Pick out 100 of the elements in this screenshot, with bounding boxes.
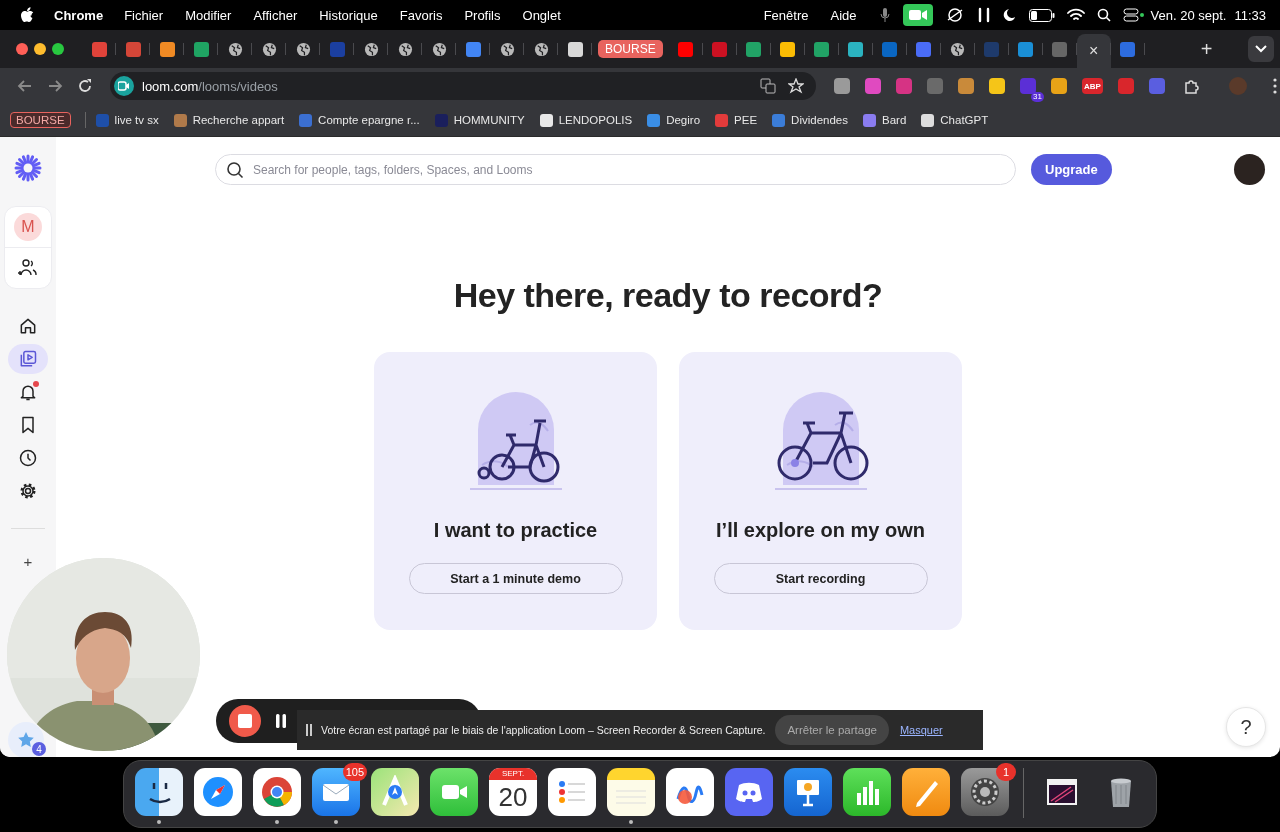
stop-button[interactable] [229,705,261,737]
notepad-icon[interactable] [607,768,655,816]
lectern-icon[interactable] [784,768,832,816]
starburst-logo-icon[interactable] [14,154,42,182]
video-camera-icon[interactable] [430,768,478,816]
bookmark-link[interactable]: Dividendes [791,114,848,126]
menu-item[interactable]: Historique [319,7,378,23]
apple-icon[interactable] [20,7,34,23]
new-tab-button[interactable]: + [1194,37,1219,61]
tab-close-button[interactable]: × [1089,42,1099,60]
menu-item[interactable]: Modifier [185,7,232,23]
search-icon[interactable] [1096,8,1111,22]
bookmark-link[interactable]: Recherche appart [192,114,285,126]
maximize-window-button[interactable] [52,43,64,55]
face-icon[interactable] [135,768,183,816]
extension-icon[interactable] [865,78,881,94]
map-icon[interactable] [371,768,419,816]
favicon-icon[interactable] [780,41,796,57]
clock-icon[interactable] [18,448,38,468]
checklist-icon[interactable] [548,768,596,816]
favicon-icon[interactable] [814,41,830,57]
globe-icon[interactable] [950,41,966,57]
menu-item[interactable]: Aide [830,7,857,23]
bookmark-link[interactable]: live tv sx [114,114,159,126]
gamepad-icon[interactable] [725,768,773,816]
favicon-icon[interactable] [1018,41,1034,57]
bookmark-link[interactable]: Compte epargne r... [318,114,420,126]
wifi-icon[interactable] [1066,8,1085,22]
favicon-icon[interactable] [193,41,209,57]
bookmark-link[interactable]: Bard [882,114,907,126]
browser-tab[interactable]: × [1076,34,1111,68]
menu-item[interactable]: Onglet [522,7,561,23]
help-button[interactable]: ? [1226,707,1266,747]
tab-search-button[interactable] [1248,36,1274,62]
translate-icon[interactable] [760,78,776,94]
menu-item[interactable]: Fenêtre [763,7,809,23]
menu-item[interactable]: Profils [464,7,501,23]
gear-icon[interactable] [961,768,1009,816]
favicon-icon[interactable] [567,41,583,57]
battery-icon[interactable] [1028,8,1055,22]
menubar-date[interactable]: Ven. 20 sept. [1150,7,1227,23]
menu-item[interactable]: Favoris [399,7,443,23]
address-field[interactable]: loom.com/looms/videos [110,72,816,100]
globe-icon[interactable] [363,41,379,57]
globe-icon[interactable] [533,41,549,57]
bookmark-group-label[interactable]: BOURSE [10,112,71,128]
favicon-icon[interactable] [746,41,762,57]
ring-icon[interactable] [253,768,301,816]
menu-item[interactable]: Afficher [253,7,298,23]
hide-link[interactable]: Masquer [899,724,943,736]
earbuds-icon[interactable] [976,7,991,23]
bookmark-link[interactable]: Degiro [666,114,701,126]
extension-icon[interactable]: ABP [1082,78,1103,94]
moon-icon[interactable] [1002,8,1017,22]
minimize-window-button[interactable] [34,43,46,55]
globe-icon[interactable] [295,41,311,57]
favicon-icon[interactable] [159,41,175,57]
globe-icon[interactable] [261,41,277,57]
star-icon[interactable] [788,78,804,94]
control-center-icon[interactable] [1122,8,1145,22]
bookmark-link[interactable]: ChatGPT [940,114,989,126]
globe-icon[interactable] [227,41,243,57]
upgrade-button[interactable]: Upgrade [1031,154,1112,185]
bookmark-link[interactable]: LENDOPOLIS [558,114,633,126]
search-field[interactable]: Search for people, tags, folders, Spaces, and Looms [215,154,1016,185]
menu-item[interactable]: Fichier [124,7,164,23]
calendar-icon[interactable]: SEPT. 20 [489,768,537,816]
video-camera-icon[interactable] [902,4,933,26]
microphone-icon[interactable] [878,7,891,23]
user-avatar[interactable] [1234,154,1265,185]
add-people-icon[interactable] [18,258,38,278]
extension-icon[interactable] [1117,78,1134,94]
globe-icon[interactable] [431,41,447,57]
puzzle-icon[interactable] [1182,77,1201,95]
extension-icon[interactable] [989,78,1005,94]
pen-icon[interactable] [902,768,950,816]
stop-sharing-button[interactable]: Arrêter le partage [775,715,889,745]
home-icon[interactable] [18,316,38,336]
bookmark-link[interactable]: PEE [734,114,758,126]
bookmark-icon[interactable] [921,113,935,127]
more-menu-icon[interactable] [1272,78,1277,94]
video-library-icon[interactable] [18,349,38,369]
bar-chart-icon[interactable] [843,768,891,816]
globe-icon[interactable] [397,41,413,57]
extension-icon[interactable] [1051,78,1067,94]
bookmark-icon[interactable] [539,113,553,127]
scribble-icon[interactable] [666,768,714,816]
settings-icon[interactable] [18,481,38,501]
reload-icon[interactable] [76,77,94,95]
close-window-button[interactable] [16,43,28,55]
menubar-time[interactable]: 11:33 [1234,7,1266,23]
app-menu[interactable]: Chrome [54,7,104,23]
add-button[interactable]: + [23,553,33,570]
extension-icon[interactable] [834,78,850,94]
bookmark-link[interactable]: HOMMUNITY [453,114,525,126]
extension-icon[interactable] [958,78,974,94]
compass-icon[interactable] [194,768,242,816]
favicon-icon[interactable] [848,41,864,57]
pause-button[interactable] [274,714,288,728]
globe-icon[interactable] [499,41,515,57]
